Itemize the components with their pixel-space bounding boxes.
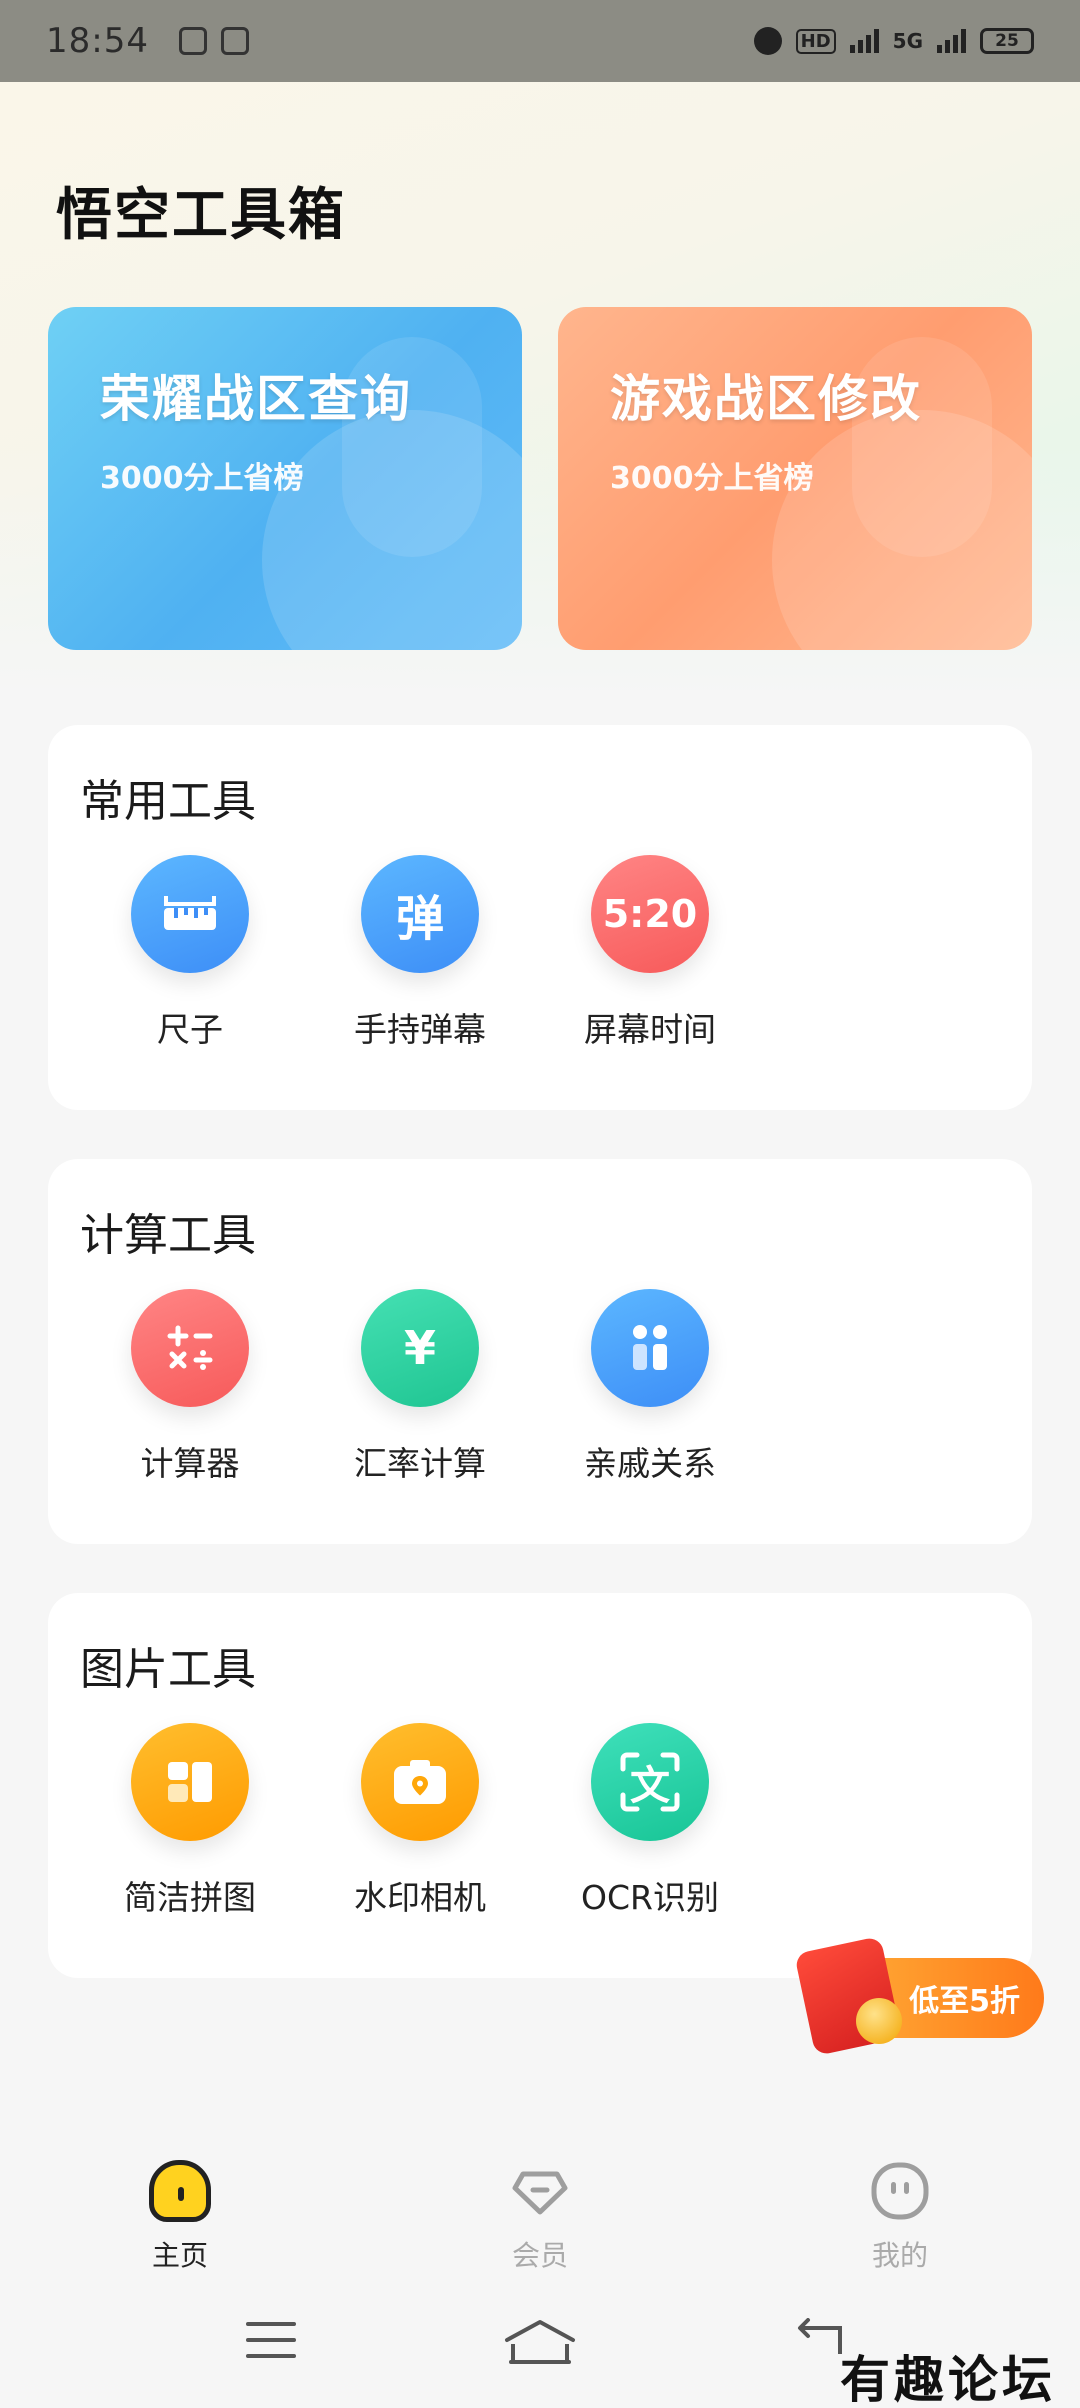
- tool-label: 亲戚关系: [584, 1444, 716, 1483]
- signal-icon: [849, 29, 879, 53]
- tool-barrage[interactable]: 弹 手持弹幕: [320, 855, 520, 1051]
- app-notification-icon: [178, 27, 207, 55]
- nav-mine[interactable]: 我的: [800, 2140, 1000, 2290]
- banner-art: [772, 410, 1032, 650]
- nav-home[interactable]: 主页: [80, 2140, 280, 2290]
- signal-icon-2: [937, 29, 966, 53]
- section-title: 常用工具: [80, 776, 256, 827]
- tool-calculator[interactable]: 计算器: [90, 1289, 290, 1485]
- calculator-icon: [131, 1289, 249, 1407]
- tool-screen-time[interactable]: 5:20 屏幕时间: [550, 855, 750, 1051]
- file-notification-icon: [220, 27, 249, 55]
- promo-label: 低至5折: [909, 1984, 1020, 2019]
- relatives-icon: [591, 1289, 709, 1407]
- nav-label: 我的: [871, 2239, 928, 2272]
- bottom-nav: 主页 会员 我的: [0, 2140, 1080, 2290]
- tool-relatives[interactable]: 亲戚关系: [550, 1289, 750, 1485]
- status-bar: 18:54 HD 5G 25: [0, 0, 1080, 82]
- tool-ruler[interactable]: 尺子: [90, 855, 290, 1051]
- alarm-icon: [753, 27, 782, 55]
- tool-label: 计算器: [140, 1444, 240, 1483]
- tool-label: 简洁拼图: [124, 1878, 256, 1917]
- tool-label: OCR识别: [581, 1878, 719, 1917]
- coin-icon: [856, 1998, 902, 2044]
- nav-member[interactable]: 会员: [440, 2140, 640, 2290]
- screen-time-icon: 5:20: [591, 855, 709, 973]
- banner-game-zone-modify[interactable]: 游戏战区修改 3000分上省榜: [558, 307, 1032, 650]
- notification-icons: [178, 27, 249, 55]
- banner-art: [262, 410, 522, 650]
- watermark-camera-icon: [361, 1723, 479, 1841]
- tool-ocr[interactable]: 文 OCR识别: [550, 1723, 750, 1919]
- nav-label: 会员: [511, 2239, 568, 2272]
- tool-label: 手持弹幕: [354, 1010, 486, 1049]
- banner-subtitle: 3000分上省榜: [610, 461, 814, 496]
- barrage-icon: 弹: [361, 855, 479, 973]
- section-calc-tools: 计算工具 计算器 ¥ 汇率计算 亲戚关系: [48, 1159, 1032, 1544]
- tool-watermark-camera[interactable]: 水印相机: [320, 1723, 520, 1919]
- app-title: 悟空工具箱: [56, 183, 346, 248]
- section-common-tools: 常用工具 尺子 弹 手持弹幕 5:20 屏幕时间: [48, 725, 1032, 1110]
- home-icon: [149, 2160, 211, 2222]
- tool-exchange-rate[interactable]: ¥ 汇率计算: [320, 1289, 520, 1485]
- diamond-icon: [509, 2160, 571, 2222]
- battery-icon: 25: [980, 28, 1034, 54]
- discount-promo-button[interactable]: 低至5折: [794, 1935, 1044, 2057]
- tool-label: 水印相机: [354, 1878, 486, 1917]
- collage-icon: [131, 1723, 249, 1841]
- nav-label: 主页: [151, 2239, 208, 2272]
- banner-honor-zone-query[interactable]: 荣耀战区查询 3000分上省榜: [48, 307, 522, 650]
- ocr-icon: 文: [591, 1723, 709, 1841]
- section-image-tools: 图片工具 简洁拼图 水印相机 文 OCR识别: [48, 1593, 1032, 1978]
- banner-subtitle: 3000分上省榜: [100, 461, 304, 496]
- section-title: 图片工具: [80, 1644, 256, 1695]
- ruler-icon: [131, 855, 249, 973]
- tool-collage[interactable]: 简洁拼图: [90, 1723, 290, 1919]
- profile-icon: [869, 2160, 931, 2222]
- section-title: 计算工具: [80, 1210, 256, 1261]
- system-home-button[interactable]: [503, 2318, 577, 2372]
- status-indicators: HD 5G 25: [753, 27, 1034, 55]
- network-type: 5G: [892, 29, 923, 53]
- tool-label: 汇率计算: [354, 1444, 486, 1483]
- hd-icon: HD: [795, 28, 836, 54]
- tool-label: 尺子: [157, 1010, 223, 1049]
- tool-label: 屏幕时间: [584, 1010, 716, 1049]
- exchange-rate-icon: ¥: [361, 1289, 479, 1407]
- recent-apps-button[interactable]: [246, 2322, 296, 2370]
- status-time: 18:54: [46, 21, 149, 61]
- forum-watermark: 有趣论坛: [840, 2350, 1056, 2408]
